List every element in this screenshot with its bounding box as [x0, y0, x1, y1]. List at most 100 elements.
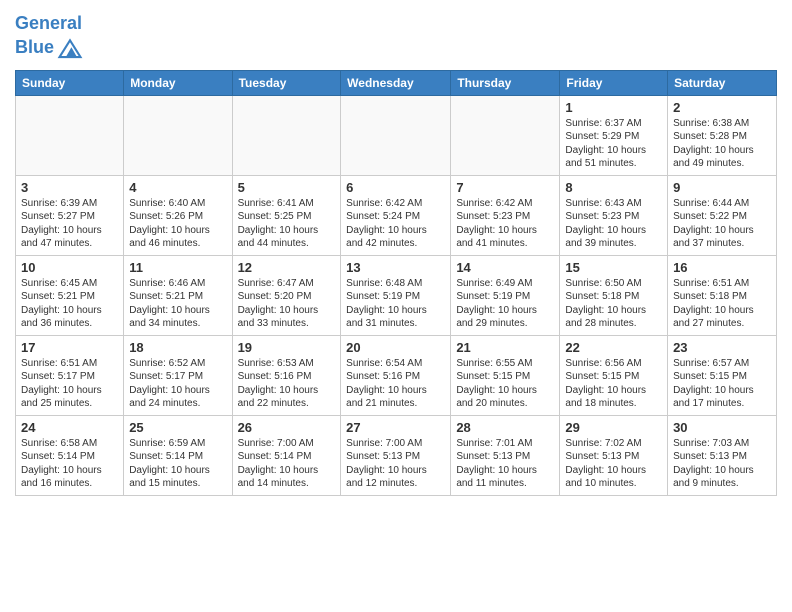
- calendar-cell: 27 Sunrise: 7:00 AMSunset: 5:13 PMDayligh…: [341, 415, 451, 495]
- day-info: Sunrise: 6:56 AMSunset: 5:15 PMDaylight:…: [565, 357, 662, 411]
- calendar: SundayMondayTuesdayWednesdayThursdayFrid…: [15, 70, 777, 496]
- week-row-4: 17 Sunrise: 6:51 AMSunset: 5:17 PMDayligh…: [16, 335, 777, 415]
- header: General Blue: [15, 10, 777, 62]
- day-info: Sunrise: 6:57 AMSunset: 5:15 PMDaylight:…: [673, 357, 771, 411]
- day-info: Sunrise: 6:54 AMSunset: 5:16 PMDaylight:…: [346, 357, 445, 411]
- weekday-header-friday: Friday: [560, 70, 668, 95]
- week-row-5: 24 Sunrise: 6:58 AMSunset: 5:14 PMDayligh…: [16, 415, 777, 495]
- calendar-cell: 3Sunrise: 6:39 AMSunset: 5:27 PMDaylight…: [16, 175, 124, 255]
- day-number: 19: [238, 340, 336, 355]
- day-info: Sunrise: 6:51 AMSunset: 5:18 PMDaylight:…: [673, 277, 771, 331]
- day-number: 30: [673, 420, 771, 435]
- logo-general: General: [15, 13, 82, 33]
- day-number: 17: [21, 340, 118, 355]
- day-number: 2: [673, 100, 771, 115]
- day-number: 10: [21, 260, 118, 275]
- calendar-cell: 13Sunrise: 6:48 AMSunset: 5:19 PMDayligh…: [341, 255, 451, 335]
- day-number: 27: [346, 420, 445, 435]
- calendar-cell: 20 Sunrise: 6:54 AMSunset: 5:16 PMDayligh…: [341, 335, 451, 415]
- day-info: Sunrise: 6:44 AMSunset: 5:22 PMDaylight:…: [673, 197, 771, 251]
- page: General Blue SundayMondayTuesdayWednesda…: [0, 0, 792, 511]
- logo-icon: [56, 34, 84, 62]
- calendar-cell: 18Sunrise: 6:52 AMSunset: 5:17 PMDayligh…: [124, 335, 232, 415]
- calendar-cell: 16 Sunrise: 6:51 AMSunset: 5:18 PMDayligh…: [668, 255, 777, 335]
- day-number: 24: [21, 420, 118, 435]
- calendar-cell: 4 Sunrise: 6:40 AMSunset: 5:26 PMDaylight…: [124, 175, 232, 255]
- weekday-header-thursday: Thursday: [451, 70, 560, 95]
- calendar-cell: 5 Sunrise: 6:41 AMSunset: 5:25 PMDaylight…: [232, 175, 341, 255]
- day-number: 18: [129, 340, 226, 355]
- week-row-3: 10 Sunrise: 6:45 AMSunset: 5:21 PMDayligh…: [16, 255, 777, 335]
- weekday-header-saturday: Saturday: [668, 70, 777, 95]
- day-number: 14: [456, 260, 554, 275]
- logo-blue: Blue: [15, 38, 54, 58]
- calendar-cell: 7Sunrise: 6:42 AMSunset: 5:23 PMDaylight…: [451, 175, 560, 255]
- calendar-cell: 25 Sunrise: 6:59 AMSunset: 5:14 PMDayligh…: [124, 415, 232, 495]
- weekday-header-sunday: Sunday: [16, 70, 124, 95]
- weekday-header-wednesday: Wednesday: [341, 70, 451, 95]
- day-info: Sunrise: 6:51 AMSunset: 5:17 PMDaylight:…: [21, 357, 118, 411]
- calendar-cell: 6 Sunrise: 6:42 AMSunset: 5:24 PMDaylight…: [341, 175, 451, 255]
- calendar-cell: 2 Sunrise: 6:38 AMSunset: 5:28 PMDaylight…: [668, 95, 777, 175]
- week-row-2: 3Sunrise: 6:39 AMSunset: 5:27 PMDaylight…: [16, 175, 777, 255]
- day-info: Sunrise: 6:37 AMSunset: 5:29 PMDaylight:…: [565, 117, 662, 171]
- weekday-header-monday: Monday: [124, 70, 232, 95]
- day-info: Sunrise: 6:47 AMSunset: 5:20 PMDaylight:…: [238, 277, 336, 331]
- day-info: Sunrise: 7:00 AMSunset: 5:13 PMDaylight:…: [346, 437, 445, 491]
- day-number: 20: [346, 340, 445, 355]
- calendar-cell: [16, 95, 124, 175]
- day-number: 29: [565, 420, 662, 435]
- day-number: 26: [238, 420, 336, 435]
- day-number: 22: [565, 340, 662, 355]
- day-number: 5: [238, 180, 336, 195]
- day-info: Sunrise: 6:40 AMSunset: 5:26 PMDaylight:…: [129, 197, 226, 251]
- calendar-cell: 14 Sunrise: 6:49 AMSunset: 5:19 PMDayligh…: [451, 255, 560, 335]
- day-info: Sunrise: 6:58 AMSunset: 5:14 PMDaylight:…: [21, 437, 118, 491]
- day-info: Sunrise: 7:02 AMSunset: 5:13 PMDaylight:…: [565, 437, 662, 491]
- day-number: 6: [346, 180, 445, 195]
- calendar-cell: 10 Sunrise: 6:45 AMSunset: 5:21 PMDayligh…: [16, 255, 124, 335]
- day-info: Sunrise: 6:38 AMSunset: 5:28 PMDaylight:…: [673, 117, 771, 171]
- calendar-cell: 28Sunrise: 7:01 AMSunset: 5:13 PMDayligh…: [451, 415, 560, 495]
- weekday-header-row: SundayMondayTuesdayWednesdayThursdayFrid…: [16, 70, 777, 95]
- day-info: Sunrise: 7:00 AMSunset: 5:14 PMDaylight:…: [238, 437, 336, 491]
- day-info: Sunrise: 7:03 AMSunset: 5:13 PMDaylight:…: [673, 437, 771, 491]
- day-number: 12: [238, 260, 336, 275]
- day-info: Sunrise: 6:46 AMSunset: 5:21 PMDaylight:…: [129, 277, 226, 331]
- logo-text: General: [15, 14, 84, 34]
- day-info: Sunrise: 6:59 AMSunset: 5:14 PMDaylight:…: [129, 437, 226, 491]
- calendar-cell: 19 Sunrise: 6:53 AMSunset: 5:16 PMDayligh…: [232, 335, 341, 415]
- day-info: Sunrise: 6:41 AMSunset: 5:25 PMDaylight:…: [238, 197, 336, 251]
- calendar-cell: [124, 95, 232, 175]
- day-number: 21: [456, 340, 554, 355]
- calendar-cell: 8 Sunrise: 6:43 AMSunset: 5:23 PMDaylight…: [560, 175, 668, 255]
- calendar-cell: 1 Sunrise: 6:37 AMSunset: 5:29 PMDaylight…: [560, 95, 668, 175]
- weekday-header-tuesday: Tuesday: [232, 70, 341, 95]
- day-info: Sunrise: 6:42 AMSunset: 5:24 PMDaylight:…: [346, 197, 445, 251]
- day-number: 11: [129, 260, 226, 275]
- day-info: Sunrise: 6:53 AMSunset: 5:16 PMDaylight:…: [238, 357, 336, 411]
- week-row-1: 1 Sunrise: 6:37 AMSunset: 5:29 PMDaylight…: [16, 95, 777, 175]
- calendar-cell: 17 Sunrise: 6:51 AMSunset: 5:17 PMDayligh…: [16, 335, 124, 415]
- day-number: 28: [456, 420, 554, 435]
- day-info: Sunrise: 6:39 AMSunset: 5:27 PMDaylight:…: [21, 197, 118, 251]
- calendar-cell: 24 Sunrise: 6:58 AMSunset: 5:14 PMDayligh…: [16, 415, 124, 495]
- day-info: Sunrise: 6:45 AMSunset: 5:21 PMDaylight:…: [21, 277, 118, 331]
- calendar-cell: [341, 95, 451, 175]
- day-number: 4: [129, 180, 226, 195]
- calendar-cell: [232, 95, 341, 175]
- calendar-cell: 22 Sunrise: 6:56 AMSunset: 5:15 PMDayligh…: [560, 335, 668, 415]
- day-number: 7: [456, 180, 554, 195]
- calendar-cell: 26 Sunrise: 7:00 AMSunset: 5:14 PMDayligh…: [232, 415, 341, 495]
- day-number: 9: [673, 180, 771, 195]
- calendar-cell: 30 Sunrise: 7:03 AMSunset: 5:13 PMDayligh…: [668, 415, 777, 495]
- day-number: 8: [565, 180, 662, 195]
- day-number: 15: [565, 260, 662, 275]
- day-info: Sunrise: 6:49 AMSunset: 5:19 PMDaylight:…: [456, 277, 554, 331]
- day-number: 1: [565, 100, 662, 115]
- day-info: Sunrise: 6:55 AMSunset: 5:15 PMDaylight:…: [456, 357, 554, 411]
- day-number: 25: [129, 420, 226, 435]
- logo: General Blue: [15, 14, 84, 62]
- day-info: Sunrise: 6:43 AMSunset: 5:23 PMDaylight:…: [565, 197, 662, 251]
- day-number: 16: [673, 260, 771, 275]
